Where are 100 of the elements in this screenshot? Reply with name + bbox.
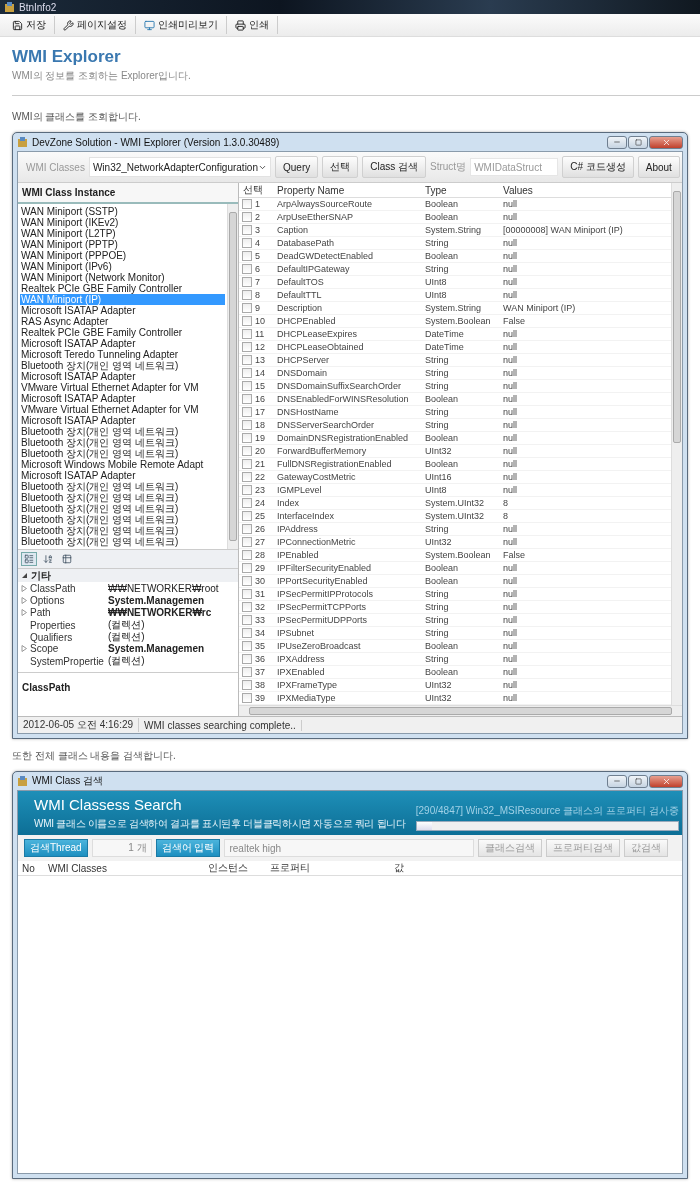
list-item[interactable]: WAN Miniport (L2TP) (20, 228, 225, 239)
checkbox[interactable] (242, 433, 252, 443)
checkbox[interactable] (242, 628, 252, 638)
checkbox[interactable] (242, 550, 252, 560)
search-field[interactable]: realtek high (224, 839, 475, 857)
column-header[interactable]: Type (421, 184, 499, 196)
minimize-button[interactable] (607, 135, 627, 149)
list-item[interactable]: WAN Miniport (SSTP) (20, 206, 225, 217)
list-item[interactable]: VMware Virtual Ethernet Adapter for VM (20, 404, 225, 415)
toolbar-button[interactable]: 선택 (322, 156, 359, 178)
list-item[interactable]: Realtek PCIe GBE Family Controller (20, 327, 225, 338)
list-item[interactable]: Bluetooth 장치(개인 영역 네트워크) (20, 437, 225, 448)
list-item[interactable]: Bluetooth 장치(개인 영역 네트워크) (20, 503, 225, 514)
checkbox[interactable] (242, 537, 252, 547)
checkbox[interactable] (242, 498, 252, 508)
checkbox[interactable] (242, 589, 252, 599)
checkbox[interactable] (242, 238, 252, 248)
list-item[interactable]: WAN Miniport (Network Monitor) (20, 272, 225, 283)
column-header[interactable]: 프로퍼티 (266, 861, 390, 875)
toolbar-button[interactable]: Class 검색 (362, 156, 427, 178)
list-item[interactable]: Bluetooth 장치(개인 영역 네트워크) (20, 536, 225, 547)
toolbar-button[interactable]: 페이지설정 (55, 16, 136, 34)
close-button[interactable] (649, 135, 683, 149)
checkbox[interactable] (242, 472, 252, 482)
list-item[interactable]: Bluetooth 장치(개인 영역 네트워크) (20, 360, 225, 371)
maximize-button[interactable] (628, 774, 648, 788)
checkbox[interactable] (242, 251, 252, 261)
checkbox[interactable] (242, 654, 252, 664)
collapse-arrow-icon[interactable] (21, 572, 28, 579)
checkbox[interactable] (242, 368, 252, 378)
column-header[interactable]: No (18, 862, 44, 874)
categorized-button[interactable] (21, 552, 37, 566)
toolbar-button[interactable]: 인쇄미리보기 (136, 16, 227, 34)
checkbox[interactable] (242, 407, 252, 417)
checkbox[interactable] (242, 602, 252, 612)
scrollbar[interactable] (239, 705, 682, 716)
list-item[interactable]: Bluetooth 장치(개인 영역 네트워크) (20, 492, 225, 503)
maximize-button[interactable] (628, 135, 648, 149)
list-item[interactable]: Bluetooth 장치(개인 영역 네트워크) (20, 426, 225, 437)
scrollbar-thumb[interactable] (249, 707, 672, 715)
column-header[interactable]: Property Name (273, 184, 421, 196)
close-button[interactable] (649, 774, 683, 788)
list-item[interactable]: Microsoft Windows Mobile Remote Adapt (20, 459, 225, 470)
column-header[interactable]: 인스턴스 (204, 861, 266, 875)
list-item[interactable]: Bluetooth 장치(개인 영역 네트워크) (20, 514, 225, 525)
list-item[interactable]: Bluetooth 장치(개인 영역 네트워크) (20, 448, 225, 459)
list-item[interactable]: Microsoft ISATAP Adapter (20, 470, 225, 481)
expand-arrow-icon[interactable] (20, 596, 28, 604)
list-item[interactable]: WAN Miniport (IKEv2) (20, 217, 225, 228)
expand-arrow-icon[interactable] (20, 644, 28, 652)
toolbar-button[interactable]: 인쇄 (227, 16, 278, 34)
code-gen-button[interactable]: C# 코드생성 (562, 156, 634, 178)
list-item[interactable]: WAN Miniport (PPPOE) (20, 250, 225, 261)
list-item[interactable]: Microsoft ISATAP Adapter (20, 393, 225, 404)
column-header[interactable]: 값 (390, 861, 682, 875)
checkbox[interactable] (242, 667, 252, 677)
list-item[interactable]: Microsoft ISATAP Adapter (20, 415, 225, 426)
checkbox[interactable] (242, 264, 252, 274)
list-item[interactable]: Microsoft ISATAP Adapter (20, 371, 225, 382)
about-button[interactable]: About (637, 156, 680, 178)
scrollbar-thumb[interactable] (229, 212, 237, 541)
list-item[interactable]: Microsoft ISATAP Adapter (20, 305, 225, 316)
scrollbar-thumb[interactable] (673, 191, 681, 443)
checkbox[interactable] (242, 290, 252, 300)
expand-arrow-icon[interactable] (20, 584, 28, 592)
checkbox[interactable] (242, 420, 252, 430)
column-header[interactable]: WMI Classes (44, 862, 204, 874)
checkbox[interactable] (242, 446, 252, 456)
list-item[interactable]: Bluetooth 장치(개인 영역 네트워크) (20, 525, 225, 536)
list-item[interactable]: Microsoft ISATAP Adapter (20, 338, 225, 349)
classes-dropdown[interactable]: Win32_NetworkAdapterConfiguration (88, 157, 271, 177)
column-header[interactable]: Values (499, 184, 671, 196)
expand-arrow-icon[interactable] (20, 608, 28, 616)
checkbox[interactable] (242, 355, 252, 365)
checkbox[interactable] (242, 511, 252, 521)
checkbox[interactable] (242, 225, 252, 235)
list-item[interactable]: Microsoft Teredo Tunneling Adapter (20, 349, 225, 360)
thread-count-field[interactable]: 1 개 (91, 839, 152, 857)
list-item[interactable]: Realtek PCIe GBE Family Controller (20, 283, 225, 294)
checkbox[interactable] (242, 342, 252, 352)
checkbox[interactable] (242, 680, 252, 690)
checkbox[interactable] (242, 576, 252, 586)
scrollbar[interactable] (227, 204, 238, 549)
checkbox[interactable] (242, 303, 252, 313)
checkbox[interactable] (242, 563, 252, 573)
checkbox[interactable] (242, 524, 252, 534)
checkbox[interactable] (242, 615, 252, 625)
checkbox[interactable] (242, 459, 252, 469)
column-header[interactable]: 선택 (239, 183, 273, 197)
list-item[interactable]: RAS Async Adapter (20, 316, 225, 327)
checkbox[interactable] (242, 212, 252, 222)
checkbox[interactable] (242, 394, 252, 404)
checkbox[interactable] (242, 641, 252, 651)
toolbar-button[interactable]: Query (275, 156, 319, 178)
checkbox[interactable] (242, 277, 252, 287)
list-item[interactable]: VMware Virtual Ethernet Adapter for VM (20, 382, 225, 393)
scrollbar[interactable] (671, 183, 682, 705)
checkbox[interactable] (242, 329, 252, 339)
checkbox[interactable] (242, 381, 252, 391)
list-item[interactable]: WAN Miniport (IPv6) (20, 261, 225, 272)
